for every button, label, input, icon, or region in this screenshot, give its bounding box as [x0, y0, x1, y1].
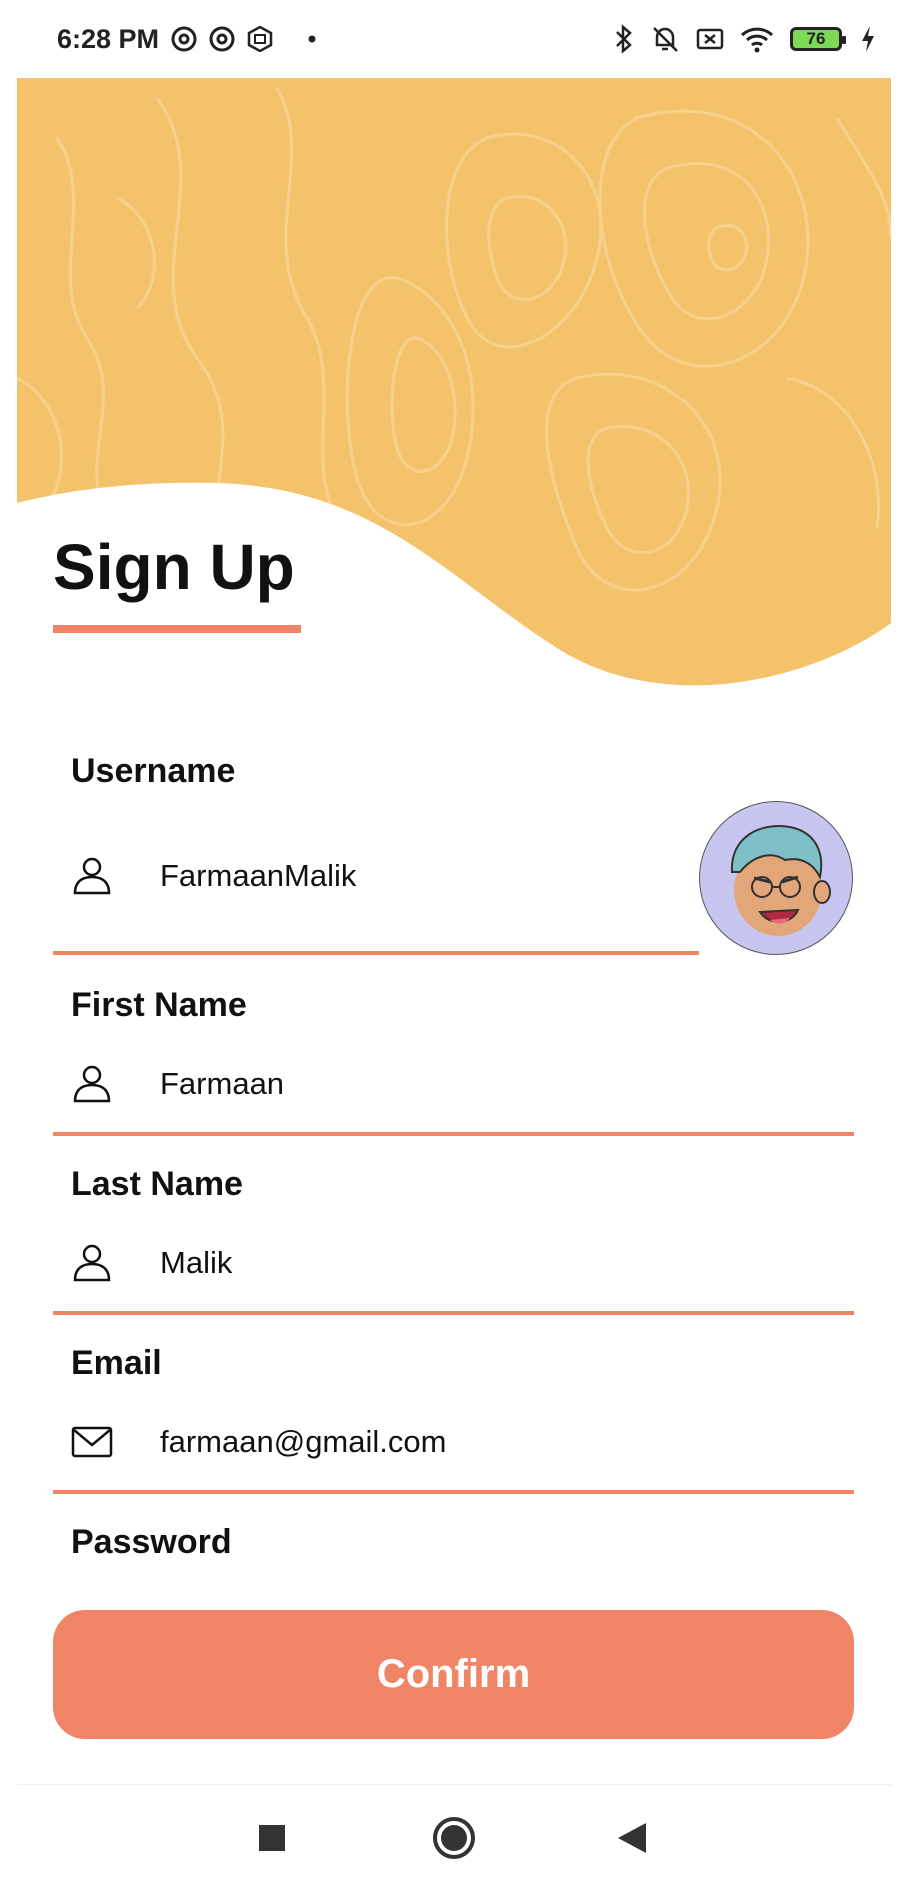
charging-icon: [862, 26, 874, 52]
at-sign-icon: [171, 26, 197, 52]
home-circle-icon: [433, 1817, 475, 1859]
first-name-value[interactable]: Farmaan: [160, 1066, 284, 1102]
bell-off-icon: [653, 27, 678, 52]
status-left: 6:28 PM: [57, 24, 317, 55]
page-title: Sign Up: [53, 531, 295, 603]
title-underline: [53, 625, 301, 633]
avatar-illustration: [730, 825, 831, 936]
last-name-value[interactable]: Malik: [160, 1245, 232, 1281]
recents-square-icon: [259, 1825, 285, 1851]
password-label: Password: [71, 1523, 232, 1561]
nav-divider: [17, 1784, 891, 1785]
status-right: 76: [614, 24, 876, 54]
last-name-label: Last Name: [71, 1165, 243, 1203]
username-label: Username: [71, 752, 236, 790]
status-time: 6:28 PM: [57, 23, 160, 54]
dot-icon: [308, 35, 316, 43]
hero-wave-background: [17, 78, 891, 718]
close-box-icon: [696, 28, 724, 50]
email-field[interactable]: farmaan@gmail.com: [71, 1421, 446, 1463]
wifi-icon: [740, 27, 774, 53]
battery-icon: 76: [790, 27, 846, 51]
person-icon: [73, 1065, 111, 1103]
system-nav-bar: [0, 1786, 908, 1890]
email-label: Email: [71, 1344, 162, 1382]
recents-button[interactable]: [244, 1810, 300, 1866]
person-icon: [73, 1244, 111, 1282]
at-sign-icon: [209, 26, 235, 52]
first-name-field[interactable]: Farmaan: [71, 1063, 284, 1105]
username-field[interactable]: FarmaanMalik: [71, 855, 356, 897]
status-bar: 6:28 PM 76: [0, 0, 908, 78]
first-name-underline: [53, 1132, 854, 1136]
last-name-underline: [53, 1311, 854, 1315]
bluetooth-icon: [616, 24, 632, 54]
person-icon: [73, 857, 111, 895]
confirm-button[interactable]: Confirm: [53, 1610, 854, 1739]
home-button[interactable]: [426, 1810, 482, 1866]
username-value[interactable]: FarmaanMalik: [160, 858, 356, 894]
back-button[interactable]: [604, 1810, 660, 1866]
last-name-field[interactable]: Malik: [71, 1242, 232, 1284]
mail-icon: [71, 1426, 113, 1458]
avatar[interactable]: [699, 801, 853, 955]
first-name-label: First Name: [71, 986, 247, 1024]
battery-level: 76: [806, 29, 826, 48]
email-value[interactable]: farmaan@gmail.com: [160, 1424, 446, 1460]
mi-icon: [247, 26, 273, 52]
username-underline: [53, 951, 699, 955]
email-underline: [53, 1490, 854, 1494]
back-triangle-icon: [618, 1823, 646, 1853]
